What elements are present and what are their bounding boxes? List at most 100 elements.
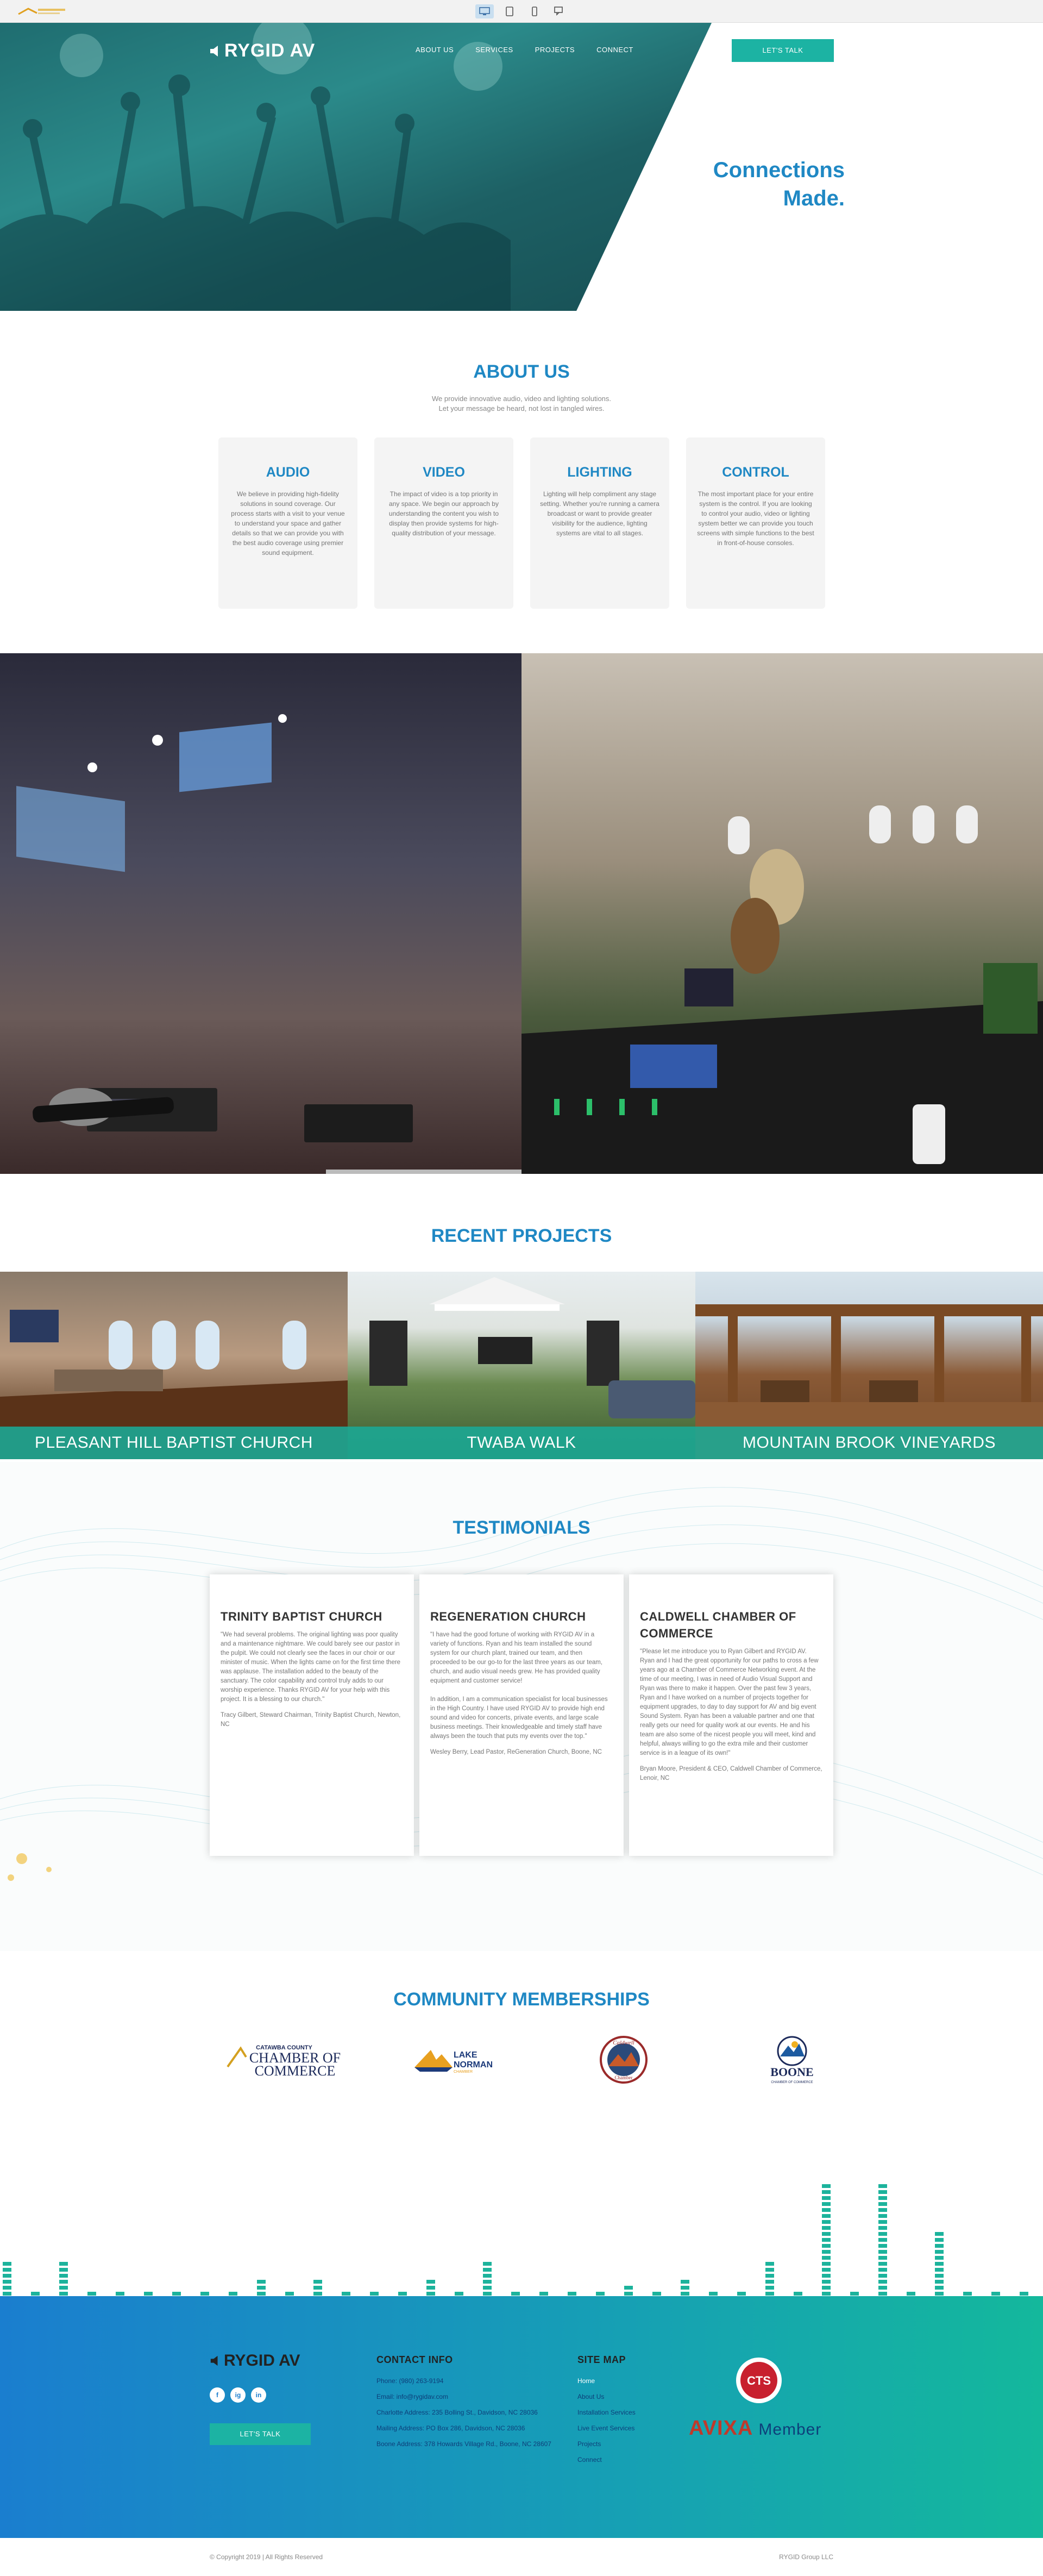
- sitemap-link-live-event-services[interactable]: Live Event Services: [577, 2421, 636, 2436]
- nav-services[interactable]: SERVICES: [475, 46, 513, 54]
- boone-chamber-logo[interactable]: BOONE CHAMBER OF COMMERCE: [730, 2033, 854, 2087]
- equalizer-bar-segment: [3, 2292, 11, 2296]
- logo-line-1: BOONE: [770, 2065, 813, 2079]
- equalizer-bar-segment: [229, 2292, 237, 2296]
- lets-talk-button[interactable]: LET'S TALK: [732, 39, 834, 62]
- sitemap-link-home[interactable]: Home: [577, 2373, 636, 2389]
- equalizer-bar-segment: [681, 2280, 689, 2284]
- equalizer-bar-segment: [59, 2292, 68, 2296]
- equalizer-bar-segment: [3, 2286, 11, 2290]
- equalizer-bar-segment: [935, 2232, 944, 2236]
- testimonial-author: Wesley Berry, Lead Pastor, ReGeneration …: [430, 1749, 602, 1755]
- caldwell-chamber-logo[interactable]: Caldwell Chamber: [561, 2033, 686, 2087]
- facebook-icon[interactable]: f: [210, 2387, 225, 2403]
- equalizer-bar-segment: [935, 2244, 944, 2248]
- contact-phone[interactable]: Phone: (980) 263-9194: [376, 2373, 551, 2389]
- equalizer-bar-segment: [935, 2238, 944, 2242]
- equalizer-bar-segment: [878, 2208, 887, 2212]
- equalizer-bar-segment: [257, 2280, 266, 2284]
- equalizer-bar-segment: [737, 2292, 746, 2296]
- copyright-text: © Copyright 2019 | All Rights Reserved: [210, 2553, 323, 2561]
- equalizer-bar-segment: [822, 2196, 831, 2200]
- equalizer-bar-segment: [794, 2292, 802, 2296]
- nav-connect[interactable]: CONNECT: [596, 46, 633, 54]
- equalizer-bar-segment: [1020, 2292, 1028, 2296]
- service-card-title: AUDIO: [266, 465, 310, 480]
- about-subtitle-line-1: We provide innovative audio, video and l…: [431, 395, 612, 403]
- equalizer-bar-segment: [765, 2262, 774, 2266]
- equalizer-bar-segment: [200, 2292, 209, 2296]
- tagline-line-2: Made.: [783, 186, 845, 210]
- contact-charlotte-address: Charlotte Address: 235 Bolling St., Davi…: [376, 2409, 538, 2416]
- linkedin-icon[interactable]: in: [251, 2387, 266, 2403]
- equalizer-bar-segment: [878, 2274, 887, 2278]
- project-card-mountain-brook[interactable]: MOUNTAIN BROOK VINEYARDS: [695, 1272, 1043, 1459]
- equalizer-bar-segment: [822, 2256, 831, 2260]
- instagram-icon[interactable]: ig: [230, 2387, 246, 2403]
- equalizer-bar-segment: [822, 2292, 831, 2296]
- project-card-pleasant-hill[interactable]: PLEASANT HILL BAPTIST CHURCH: [0, 1272, 348, 1459]
- service-card-text: Lighting will help compliment any stage …: [540, 490, 659, 537]
- service-card-lighting[interactable]: LIGHTING Lighting will help compliment a…: [530, 437, 669, 609]
- company-name: RYGID Group LLC: [779, 2553, 833, 2561]
- equalizer-bar-segment: [935, 2274, 944, 2278]
- equalizer-bar-segment: [398, 2292, 407, 2296]
- equalizer-bar-segment: [483, 2286, 492, 2290]
- tablet-view-icon[interactable]: [500, 4, 519, 18]
- equalizer-bar-segment: [370, 2292, 379, 2296]
- testimonial-cards: TRINITY BAPTIST CHURCH "We had several p…: [210, 1574, 833, 1856]
- live-sound-mixer-photo: [522, 653, 1043, 1174]
- logo-line-1: Caldwell: [613, 2040, 634, 2046]
- project-card-twaba-walk[interactable]: TWABA WALK: [348, 1272, 695, 1459]
- equalizer-bar-segment: [59, 2262, 68, 2266]
- testimonial-quote: "We had several problems. The original l…: [221, 1631, 401, 1703]
- equalizer-bar-segment: [765, 2292, 774, 2296]
- sitemap-link-installation-services[interactable]: Installation Services: [577, 2405, 636, 2421]
- equalizer-bar-segment: [935, 2286, 944, 2290]
- site-mini-logo[interactable]: [15, 4, 70, 18]
- hero-crowd-image: [0, 23, 712, 311]
- about-subtitle: We provide innovative audio, video and l…: [0, 394, 1043, 414]
- equalizer-bar-segment: [483, 2268, 492, 2272]
- service-card-control[interactable]: CONTROL The most important place for you…: [686, 437, 825, 609]
- site-logo[interactable]: RYGID AV: [209, 40, 315, 61]
- hero-section: RYGID AV ABOUT US SERVICES PROJECTS CONN…: [0, 23, 1043, 311]
- equalizer-bar-segment: [878, 2196, 887, 2200]
- catawba-chamber-logo[interactable]: CATAWBA COUNTY CHAMBER OF COMMERCE: [224, 2033, 349, 2087]
- equalizer-bar-segment: [59, 2280, 68, 2284]
- contact-info-title: CONTACT INFO: [376, 2354, 453, 2365]
- equalizer-bar-segment: [878, 2244, 887, 2248]
- nav-about-us[interactable]: ABOUT US: [416, 46, 454, 54]
- service-cards: AUDIO We believe in providing high-fidel…: [218, 437, 825, 609]
- lake-norman-chamber-logo[interactable]: LAKE NORMAN CHAMBER: [393, 2033, 518, 2087]
- equalizer-bar-segment: [935, 2292, 944, 2296]
- mobile-view-icon[interactable]: [525, 4, 544, 18]
- feedback-icon[interactable]: [550, 4, 569, 18]
- sitemap-link-about-us[interactable]: About Us: [577, 2389, 636, 2405]
- equalizer-bar-segment: [991, 2292, 1000, 2296]
- recent-projects-title: RECENT PROJECTS: [431, 1226, 612, 1246]
- social-links: f ig in: [210, 2387, 266, 2403]
- contact-email[interactable]: Email: info@rygidav.com: [376, 2389, 551, 2405]
- service-card-audio[interactable]: AUDIO We believe in providing high-fidel…: [218, 437, 357, 609]
- equalizer-bar-segment: [116, 2292, 124, 2296]
- footer-lets-talk-button[interactable]: LET'S TALK: [210, 2423, 311, 2445]
- equalizer-bar-segment: [822, 2244, 831, 2248]
- equalizer-bar-segment: [59, 2286, 68, 2290]
- testimonial-quote: "Please let me introduce you to Ryan Gil…: [640, 1648, 819, 1756]
- equalizer-bar-segment: [31, 2292, 40, 2296]
- contact-info: CONTACT INFO Phone: (980) 263-9194 Email…: [376, 2354, 551, 2452]
- nav-projects[interactable]: PROJECTS: [535, 46, 575, 54]
- desktop-view-icon[interactable]: [475, 4, 494, 18]
- logo-line-1: LAKE: [454, 2050, 477, 2060]
- sitemap-link-projects[interactable]: Projects: [577, 2436, 636, 2452]
- equalizer-bar-segment: [822, 2268, 831, 2272]
- equalizer-bar-segment: [568, 2292, 576, 2296]
- sitemap-link-connect[interactable]: Connect: [577, 2452, 636, 2468]
- logo-text: RYGID AV: [224, 40, 316, 61]
- footer-logo[interactable]: RYGID AV: [210, 2352, 300, 2370]
- testimonial-card-trinity: TRINITY BAPTIST CHURCH "We had several p…: [210, 1574, 414, 1856]
- about-subtitle-line-2: Let your message be heard, not lost in t…: [438, 404, 605, 412]
- equalizer-bar-segment: [878, 2214, 887, 2218]
- service-card-video[interactable]: VIDEO The impact of video is a top prior…: [374, 437, 513, 609]
